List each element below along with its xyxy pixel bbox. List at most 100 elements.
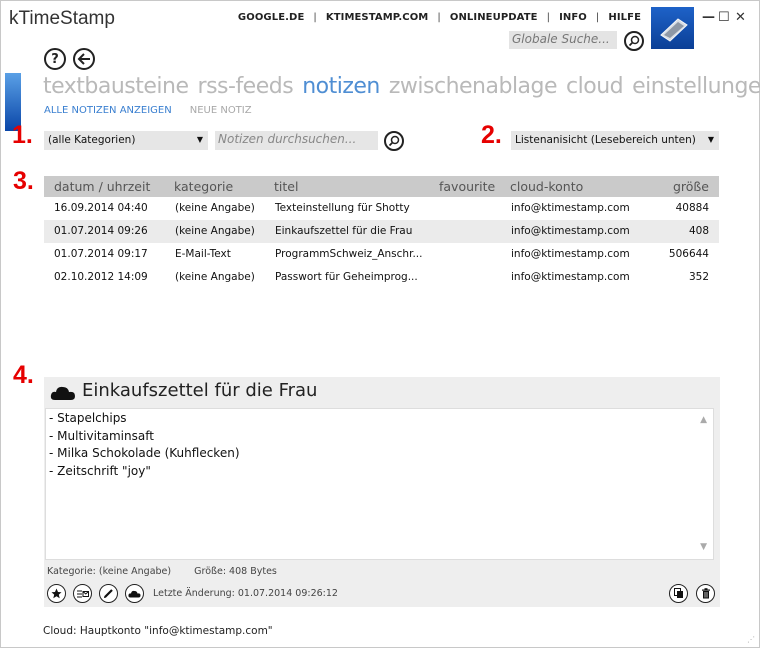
cell-size: 506644: [668, 248, 709, 260]
topnav-info[interactable]: INFO: [559, 12, 587, 23]
note-title: Einkaufszettel für die Frau: [82, 380, 318, 401]
email-note-button[interactable]: [73, 584, 92, 603]
cell-category: E-Mail-Text: [175, 248, 231, 260]
tab-notizen[interactable]: notizen: [302, 74, 380, 99]
subtab-show-all-notes[interactable]: ALLE NOTIZEN ANZEIGEN: [44, 105, 172, 116]
copy-icon: [673, 588, 683, 598]
column-header-category[interactable]: kategorie: [174, 179, 233, 194]
main-tabs: textbausteine rss-feeds notizen zwischen…: [43, 74, 760, 99]
cell-cloud-account: info@ktimestamp.com: [511, 225, 630, 237]
scroll-up-arrow[interactable]: ▲: [700, 412, 707, 430]
tab-rss-feeds[interactable]: rss-feeds: [198, 74, 294, 99]
cloud-icon: [128, 590, 141, 597]
note-meta: Kategorie: (keine Angabe) Größe: 408 Byt…: [47, 566, 277, 577]
column-header-favourite[interactable]: favourite: [439, 179, 495, 194]
chevron-down-icon: ▼: [707, 135, 714, 144]
cell-title: Einkaufszettel für die Frau: [275, 225, 413, 237]
tab-einstellungen[interactable]: einstellungen: [632, 74, 760, 99]
edit-note-button[interactable]: [99, 584, 118, 603]
arrow-left-icon: [77, 53, 90, 65]
cell-size: 352: [688, 271, 709, 283]
table-row[interactable]: 01.07.2014 09:26 (keine Angabe) Einkaufs…: [44, 220, 719, 243]
topnav-google[interactable]: GOOGLE.DE: [238, 12, 304, 23]
subtab-new-note[interactable]: NEUE NOTIZ: [190, 105, 252, 116]
tab-textbausteine[interactable]: textbausteine: [43, 74, 189, 99]
global-search-button[interactable]: [624, 31, 644, 51]
app-title: kTimeStamp: [9, 8, 115, 29]
cell-date: 16.09.2014 04:40: [54, 202, 148, 214]
cell-date: 01.07.2014 09:26: [54, 225, 148, 237]
note-line: - Multivitaminsaft: [49, 428, 154, 443]
email-icon: [76, 590, 89, 597]
column-header-title[interactable]: titel: [274, 179, 298, 194]
last-change-text: Letzte Änderung: 01.07.2014 09:26:12: [153, 588, 338, 599]
cell-cloud-account: info@ktimestamp.com: [511, 248, 630, 260]
cloud-icon: [50, 386, 75, 400]
table-row[interactable]: 02.10.2012 14:09 (keine Angabe) Passwort…: [44, 266, 719, 289]
note-line: - Milka Schokolade (Kuhflecken): [49, 446, 240, 460]
back-button[interactable]: [73, 48, 95, 70]
topnav-separator: |: [595, 12, 600, 23]
minimize-button[interactable]: —: [702, 10, 715, 25]
delete-note-button[interactable]: [696, 584, 715, 603]
cell-date: 01.07.2014 09:17: [54, 248, 148, 260]
cell-size: 40884: [675, 202, 709, 214]
topnav-hilfe[interactable]: HILFE: [608, 12, 641, 23]
app-window: kTimeStamp GOOGLE.DE | KTIMESTAMP.COM | …: [0, 0, 760, 648]
cell-cloud-account: info@ktimestamp.com: [511, 202, 630, 214]
table-row[interactable]: 16.09.2014 04:40 (keine Angabe) Texteins…: [44, 197, 719, 220]
category-select[interactable]: (alle Kategorien) ▼: [44, 131, 208, 150]
topnav-separator: |: [313, 12, 317, 23]
cell-title: Texteinstellung für Shotty: [275, 202, 410, 214]
cell-category: (keine Angabe): [175, 271, 255, 283]
chevron-down-icon: ▼: [196, 135, 203, 144]
scroll-down-arrow[interactable]: ▼: [700, 539, 707, 557]
note-size-meta: Größe: 408 Bytes: [194, 566, 277, 577]
cell-cloud-account: info@ktimestamp.com: [511, 271, 630, 283]
reading-pane: Einkaufszettel für die Frau - Stapelchip…: [44, 377, 720, 607]
column-header-date[interactable]: datum / uhrzeit: [54, 179, 150, 194]
search-icon: [388, 135, 400, 147]
view-mode-select-value: Listenanisicht (Lesebereich unten): [515, 134, 696, 146]
column-header-size[interactable]: größe: [673, 179, 709, 194]
help-button[interactable]: ?: [44, 48, 66, 70]
tab-cloud[interactable]: cloud: [566, 74, 624, 99]
cell-date: 02.10.2012 14:09: [54, 271, 148, 283]
table-header: datum / uhrzeit kategorie titel favourit…: [44, 176, 719, 197]
cell-category: (keine Angabe): [175, 202, 255, 214]
sub-tabs: ALLE NOTIZEN ANZEIGEN NEUE NOTIZ: [44, 105, 252, 116]
column-header-cloud-account[interactable]: cloud-konto: [510, 179, 583, 194]
topnav-separator: |: [437, 12, 441, 23]
trash-icon: [701, 588, 710, 599]
status-bar-cloud: Cloud: Hauptkonto "info@ktimestamp.com": [43, 625, 273, 637]
marker-4: 4.: [13, 361, 34, 389]
topnav-onlineupdate[interactable]: ONLINEUPDATE: [450, 12, 538, 23]
note-category-meta: Kategorie: (keine Angabe): [47, 566, 172, 577]
tab-zwischenablage[interactable]: zwischenablage: [389, 74, 558, 99]
topnav-ktimestamp[interactable]: KTIMESTAMP.COM: [326, 12, 429, 23]
note-content-editor[interactable]: - Stapelchips - Multivitaminsaft - Milka…: [45, 408, 714, 560]
table-row[interactable]: 01.07.2014 09:17 E-Mail-Text ProgrammSch…: [44, 243, 719, 266]
category-select-value: (alle Kategorien): [48, 134, 136, 146]
favourite-button[interactable]: [47, 584, 66, 603]
marker-3: 3.: [13, 167, 34, 195]
pencil-icon: [104, 589, 113, 598]
cell-size: 408: [688, 225, 709, 237]
top-navigation: GOOGLE.DE | KTIMESTAMP.COM | ONLINEUPDAT…: [238, 12, 641, 23]
notes-table: datum / uhrzeit kategorie titel favourit…: [44, 176, 719, 289]
note-line: - Stapelchips: [49, 411, 127, 425]
maximize-button[interactable]: ☐: [718, 10, 730, 25]
cloud-sync-button[interactable]: [125, 584, 144, 603]
note-action-bar: Letzte Änderung: 01.07.2014 09:26:12: [46, 584, 718, 605]
keyboard-icon: [660, 18, 688, 42]
view-mode-select[interactable]: Listenanisicht (Lesebereich unten) ▼: [511, 131, 719, 150]
notes-search-button[interactable]: [384, 131, 404, 151]
star-icon: [51, 588, 62, 599]
global-search-input[interactable]: Globale Suche...: [509, 31, 617, 49]
copy-note-button[interactable]: [669, 584, 688, 603]
resize-grip-icon[interactable]: ⋰: [747, 635, 755, 644]
cell-title: ProgrammSchweiz_Anschr...: [275, 248, 423, 260]
notes-search-input[interactable]: Notizen durchsuchen...: [215, 131, 378, 150]
marker-1: 1.: [12, 121, 33, 149]
close-button[interactable]: ✕: [735, 10, 746, 25]
